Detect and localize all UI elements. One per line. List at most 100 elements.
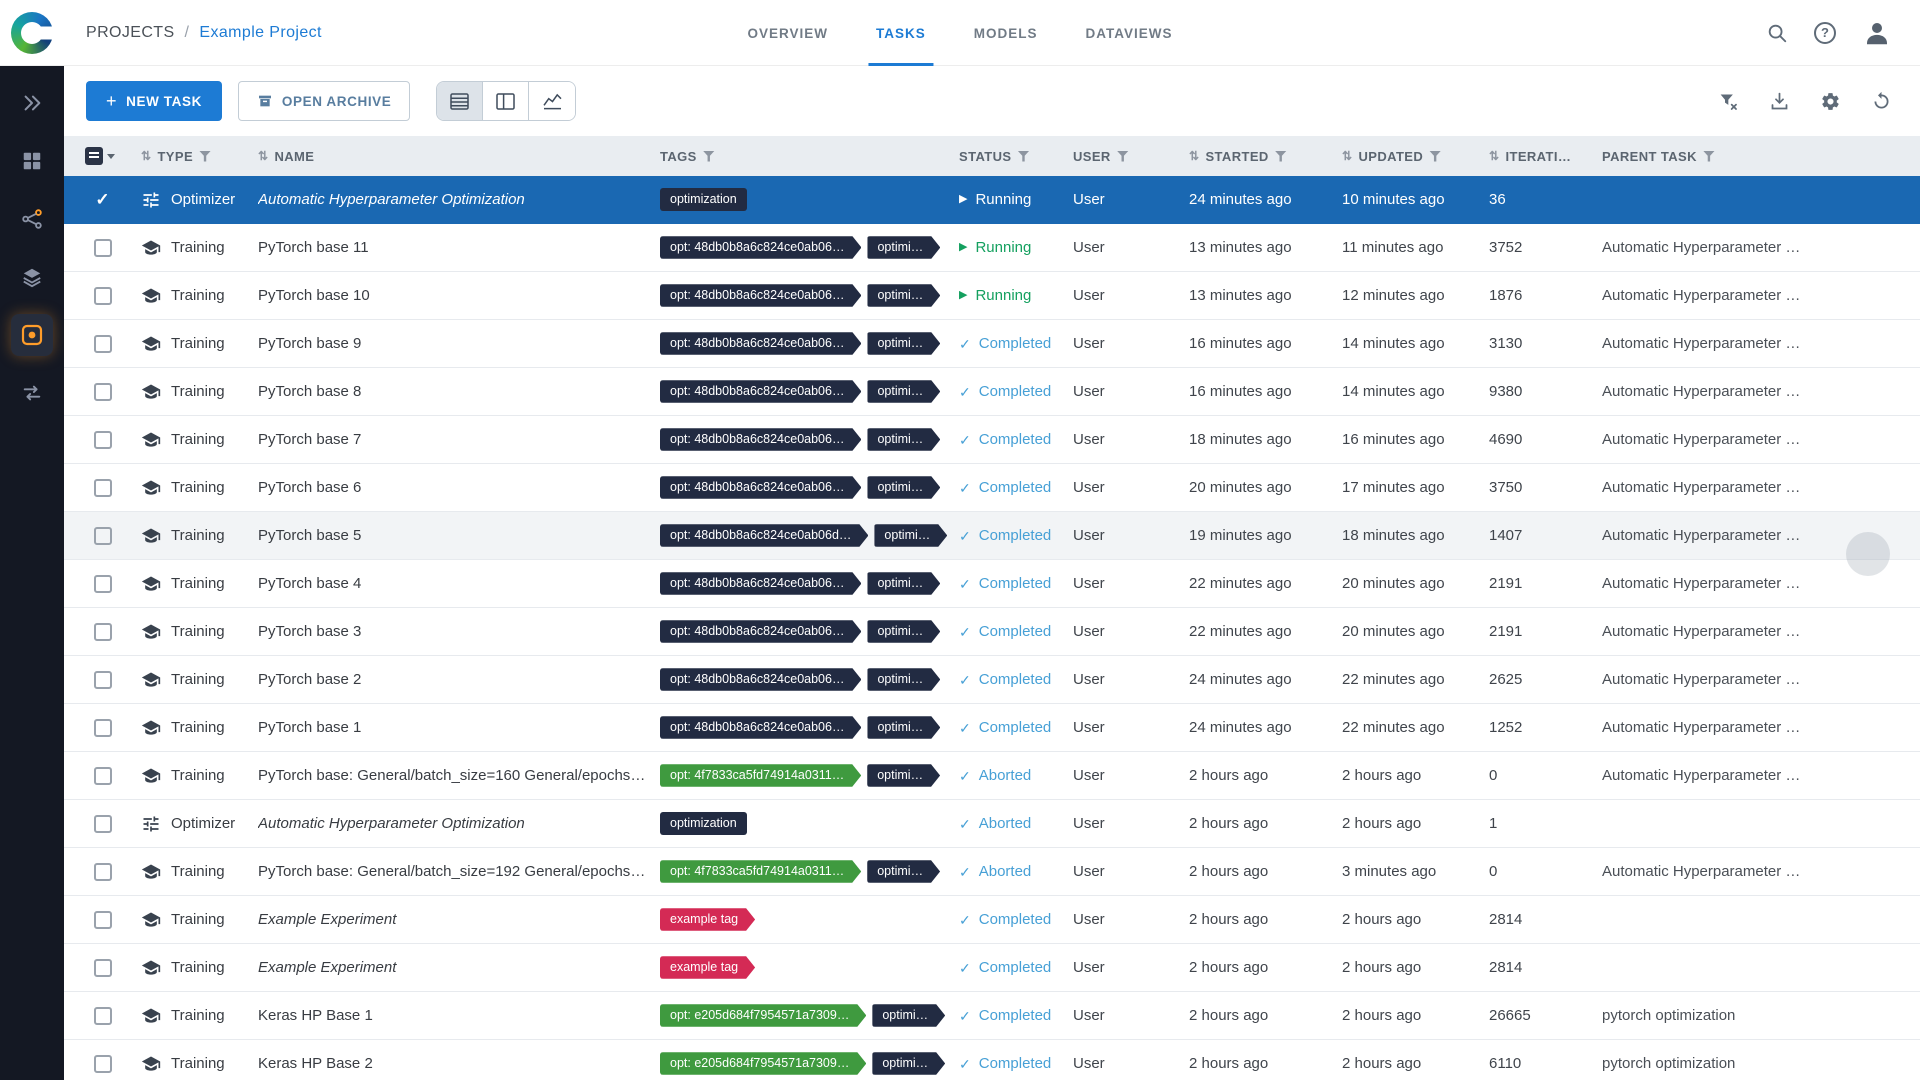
table-row[interactable]: Training PyTorch base: General/batch_siz… [64, 848, 1920, 896]
table-row[interactable]: Training PyTorch base 4 opt: 48db0b8a6c8… [64, 560, 1920, 608]
select-all-header[interactable] [64, 147, 141, 165]
task-parent[interactable]: Automatic Hyperparameter … [1602, 335, 1920, 352]
task-name[interactable]: PyTorch base 1 [258, 719, 660, 736]
row-checkbox[interactable] [94, 239, 112, 257]
table-row[interactable]: Training PyTorch base 2 opt: 48db0b8a6c8… [64, 656, 1920, 704]
sidebar-workers-queues-icon[interactable] [11, 372, 53, 414]
filter-icon[interactable] [199, 151, 211, 162]
task-parent[interactable]: pytorch optimization [1602, 1055, 1920, 1072]
task-name[interactable]: Keras HP Base 2 [258, 1055, 660, 1072]
task-name[interactable]: Keras HP Base 1 [258, 1007, 660, 1024]
task-parent[interactable]: Automatic Hyperparameter … [1602, 863, 1920, 880]
row-checkbox[interactable] [94, 575, 112, 593]
filter-icon[interactable] [1275, 151, 1287, 162]
task-name[interactable]: PyTorch base 3 [258, 623, 660, 640]
row-checkbox[interactable] [94, 479, 112, 497]
row-checkbox[interactable] [94, 911, 112, 929]
tab-dataviews[interactable]: DATAVIEWS [1086, 0, 1173, 66]
table-row[interactable]: Training Keras HP Base 1 opt: e205d684f7… [64, 992, 1920, 1040]
column-header-status[interactable]: STATUS [959, 149, 1073, 164]
sort-icon[interactable]: ⇅ [1342, 149, 1352, 163]
task-name[interactable]: PyTorch base 9 [258, 335, 660, 352]
floating-action-indicator[interactable] [1846, 532, 1890, 576]
column-header-name[interactable]: ⇅NAME [258, 149, 660, 164]
table-row[interactable]: Training Keras HP Base 2 opt: e205d684f7… [64, 1040, 1920, 1080]
row-checkbox[interactable] [94, 287, 112, 305]
task-parent[interactable]: Automatic Hyperparameter … [1602, 623, 1920, 640]
column-header-updated[interactable]: ⇅UPDATED [1342, 149, 1489, 164]
task-name[interactable]: PyTorch base 11 [258, 239, 660, 256]
tab-models[interactable]: MODELS [974, 0, 1038, 66]
task-parent[interactable]: Automatic Hyperparameter … [1602, 767, 1920, 784]
table-row[interactable]: Training PyTorch base 1 opt: 48db0b8a6c8… [64, 704, 1920, 752]
table-row[interactable]: Training Example Experiment example tag … [64, 944, 1920, 992]
task-parent[interactable]: Automatic Hyperparameter … [1602, 719, 1920, 736]
task-parent[interactable]: Automatic Hyperparameter … [1602, 479, 1920, 496]
column-header-parent-task[interactable]: PARENT TASK [1602, 149, 1920, 164]
task-parent[interactable]: Automatic Hyperparameter … [1602, 383, 1920, 400]
task-parent[interactable]: pytorch optimization [1602, 1007, 1920, 1024]
select-all-checkbox-icon[interactable] [85, 147, 103, 165]
breadcrumb-root[interactable]: PROJECTS [86, 24, 175, 42]
row-checkbox[interactable] [94, 1007, 112, 1025]
search-icon[interactable] [1766, 22, 1788, 44]
table-row[interactable]: Training Example Experiment example tag … [64, 896, 1920, 944]
new-task-button[interactable]: + NEW TASK [86, 81, 222, 121]
task-name[interactable]: Example Experiment [258, 959, 660, 976]
row-checkbox[interactable] [94, 959, 112, 977]
table-row[interactable]: Optimizer Automatic Hyperparameter Optim… [64, 176, 1920, 224]
task-name[interactable]: PyTorch base 10 [258, 287, 660, 304]
column-header-tags[interactable]: TAGS [660, 149, 959, 164]
filter-icon[interactable] [1117, 151, 1129, 162]
sort-icon[interactable]: ⇅ [1489, 149, 1499, 163]
row-checkbox[interactable] [94, 623, 112, 641]
table-row[interactable]: Training PyTorch base 7 opt: 48db0b8a6c8… [64, 416, 1920, 464]
task-name[interactable]: PyTorch base: General/batch_size=160 Gen… [258, 767, 660, 784]
table-row[interactable]: Training PyTorch base 10 opt: 48db0b8a6c… [64, 272, 1920, 320]
tab-tasks[interactable]: TASKS [876, 0, 926, 66]
column-header-started[interactable]: ⇅STARTED [1189, 149, 1342, 164]
help-icon[interactable]: ? [1814, 22, 1836, 44]
row-checkbox[interactable] [94, 863, 112, 881]
column-header-type[interactable]: ⇅TYPE [141, 149, 258, 164]
task-parent[interactable]: Automatic Hyperparameter … [1602, 575, 1920, 592]
row-checkbox[interactable] [94, 767, 112, 785]
sidebar-projects-active-icon[interactable] [11, 314, 53, 356]
task-name[interactable]: Automatic Hyperparameter Optimization [258, 815, 660, 832]
open-archive-button[interactable]: OPEN ARCHIVE [238, 81, 410, 121]
task-name[interactable]: PyTorch base 7 [258, 431, 660, 448]
filter-icon[interactable] [1017, 151, 1029, 162]
task-name[interactable]: PyTorch base 8 [258, 383, 660, 400]
row-checkbox[interactable] [94, 719, 112, 737]
task-parent[interactable]: Automatic Hyperparameter … [1602, 239, 1920, 256]
task-name[interactable]: PyTorch base 6 [258, 479, 660, 496]
column-header-user[interactable]: USER [1073, 149, 1189, 164]
auto-refresh-icon[interactable] [1871, 91, 1892, 112]
row-checkbox[interactable] [94, 671, 112, 689]
sort-icon[interactable]: ⇅ [258, 149, 268, 163]
filter-icon[interactable] [1703, 151, 1715, 162]
user-avatar[interactable] [1862, 18, 1892, 48]
column-header-iterati[interactable]: ⇅ITERATI… [1489, 149, 1602, 164]
row-checkbox[interactable] [94, 383, 112, 401]
table-row[interactable]: Training PyTorch base 9 opt: 48db0b8a6c8… [64, 320, 1920, 368]
breadcrumb-current[interactable]: Example Project [199, 24, 322, 42]
task-name[interactable]: PyTorch base 5 [258, 527, 660, 544]
table-row[interactable]: Training PyTorch base 6 opt: 48db0b8a6c8… [64, 464, 1920, 512]
table-row[interactable]: Optimizer Automatic Hyperparameter Optim… [64, 800, 1920, 848]
sidebar-pipelines-icon[interactable] [11, 198, 53, 240]
task-parent[interactable]: Automatic Hyperparameter … [1602, 287, 1920, 304]
sidebar-datasets-icon[interactable] [11, 140, 53, 182]
table-row[interactable]: Training PyTorch base 11 opt: 48db0b8a6c… [64, 224, 1920, 272]
sort-icon[interactable]: ⇅ [1189, 149, 1199, 163]
table-row[interactable]: Training PyTorch base 3 opt: 48db0b8a6c8… [64, 608, 1920, 656]
table-row[interactable]: Training PyTorch base: General/batch_siz… [64, 752, 1920, 800]
row-checkbox[interactable] [94, 431, 112, 449]
chevron-down-icon[interactable] [107, 154, 115, 159]
task-name[interactable]: PyTorch base 4 [258, 575, 660, 592]
sidebar-expand-icon[interactable] [11, 82, 53, 124]
settings-icon[interactable] [1820, 91, 1841, 112]
table-row[interactable]: Training PyTorch base 8 opt: 48db0b8a6c8… [64, 368, 1920, 416]
clear-filters-icon[interactable] [1718, 91, 1739, 112]
task-name[interactable]: Example Experiment [258, 911, 660, 928]
